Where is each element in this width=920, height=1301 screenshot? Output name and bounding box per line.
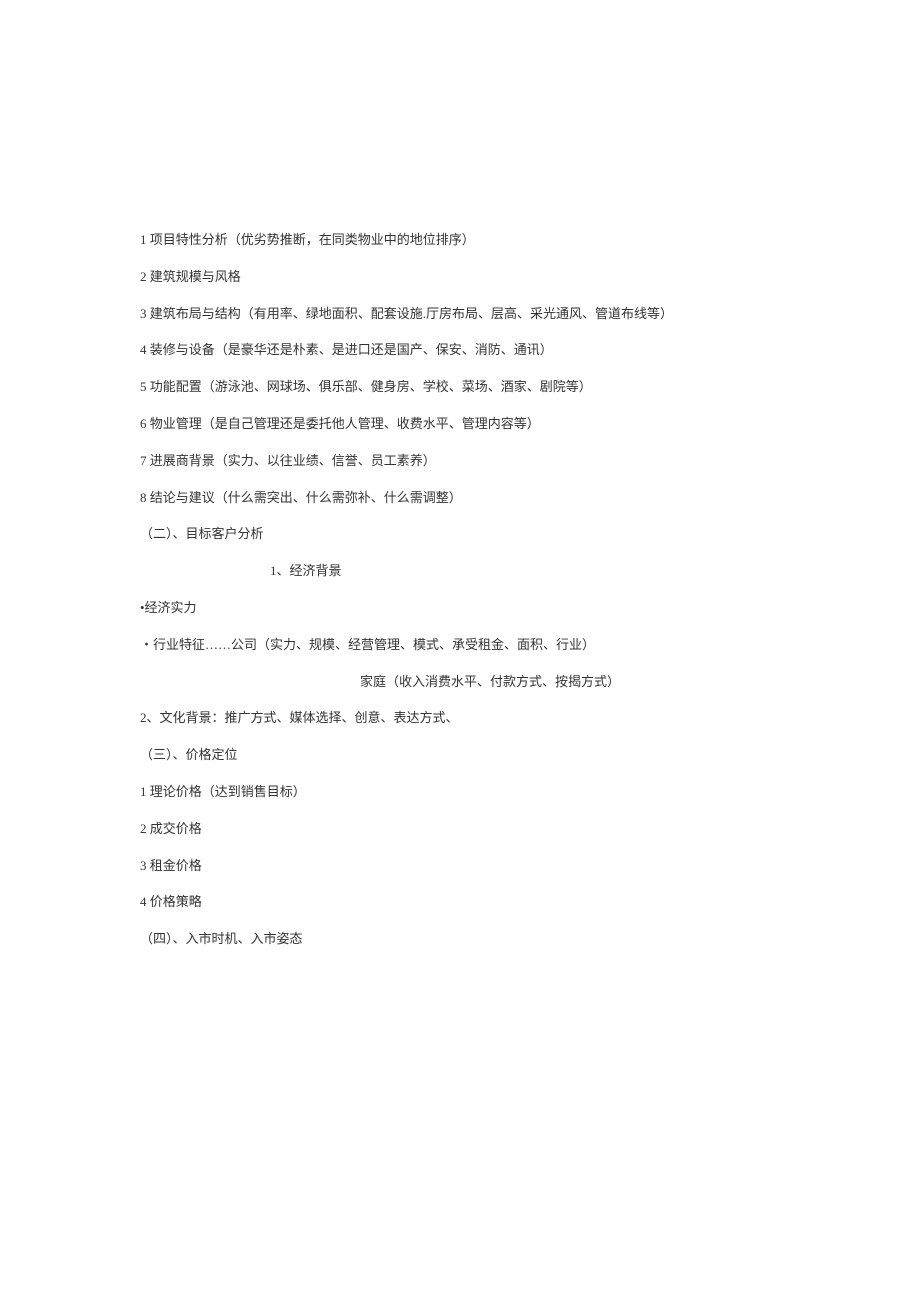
item-8: 8 结论与建议（什么需突出、什么需弥补、什么需调整）	[140, 488, 780, 509]
sub-1-economic-bg: 1、经济背景	[140, 561, 780, 582]
bullet-industry-feature: ・行业特征……公司（实力、规模、经营管理、模式、承受租金、面积、行业）	[140, 635, 780, 656]
bullet-economic-strength: •经济实力	[140, 598, 780, 619]
section-4-heading: （四）、入市时机、入市姿态	[140, 929, 780, 950]
price-3: 3 租金价格	[140, 856, 780, 877]
price-1: 1 理论价格（达到销售目标）	[140, 782, 780, 803]
item-3: 3 建筑布局与结构（有用率、绿地面积、配套设施.厅房布局、层高、采光通风、管道布…	[140, 304, 780, 325]
item-4: 4 装修与设备（是豪华还是朴素、是进口还是国产、保安、消防、通讯）	[140, 340, 780, 361]
item-5: 5 功能配置（游泳池、网球场、俱乐部、健身房、学校、菜场、酒家、剧院等）	[140, 377, 780, 398]
item-7: 7 进展商背景（实力、以往业绩、信誉、员工素养）	[140, 451, 780, 472]
item-2: 2 建筑规模与风格	[140, 267, 780, 288]
price-2: 2 成交价格	[140, 819, 780, 840]
sub-2-culture-bg: 2、文化背景：推广方式、媒体选择、创意、表达方式、	[140, 708, 780, 729]
section-2-heading: （二）、目标客户分析	[140, 524, 780, 545]
price-4: 4 价格策略	[140, 892, 780, 913]
item-6: 6 物业管理（是自己管理还是委托他人管理、收费水平、管理内容等）	[140, 414, 780, 435]
family-detail: 家庭（收入消费水平、付款方式、按揭方式）	[140, 672, 780, 693]
item-1: 1 项目特性分析（优劣势推断，在同类物业中的地位排序）	[140, 230, 780, 251]
section-3-heading: （三）、价格定位	[140, 745, 780, 766]
